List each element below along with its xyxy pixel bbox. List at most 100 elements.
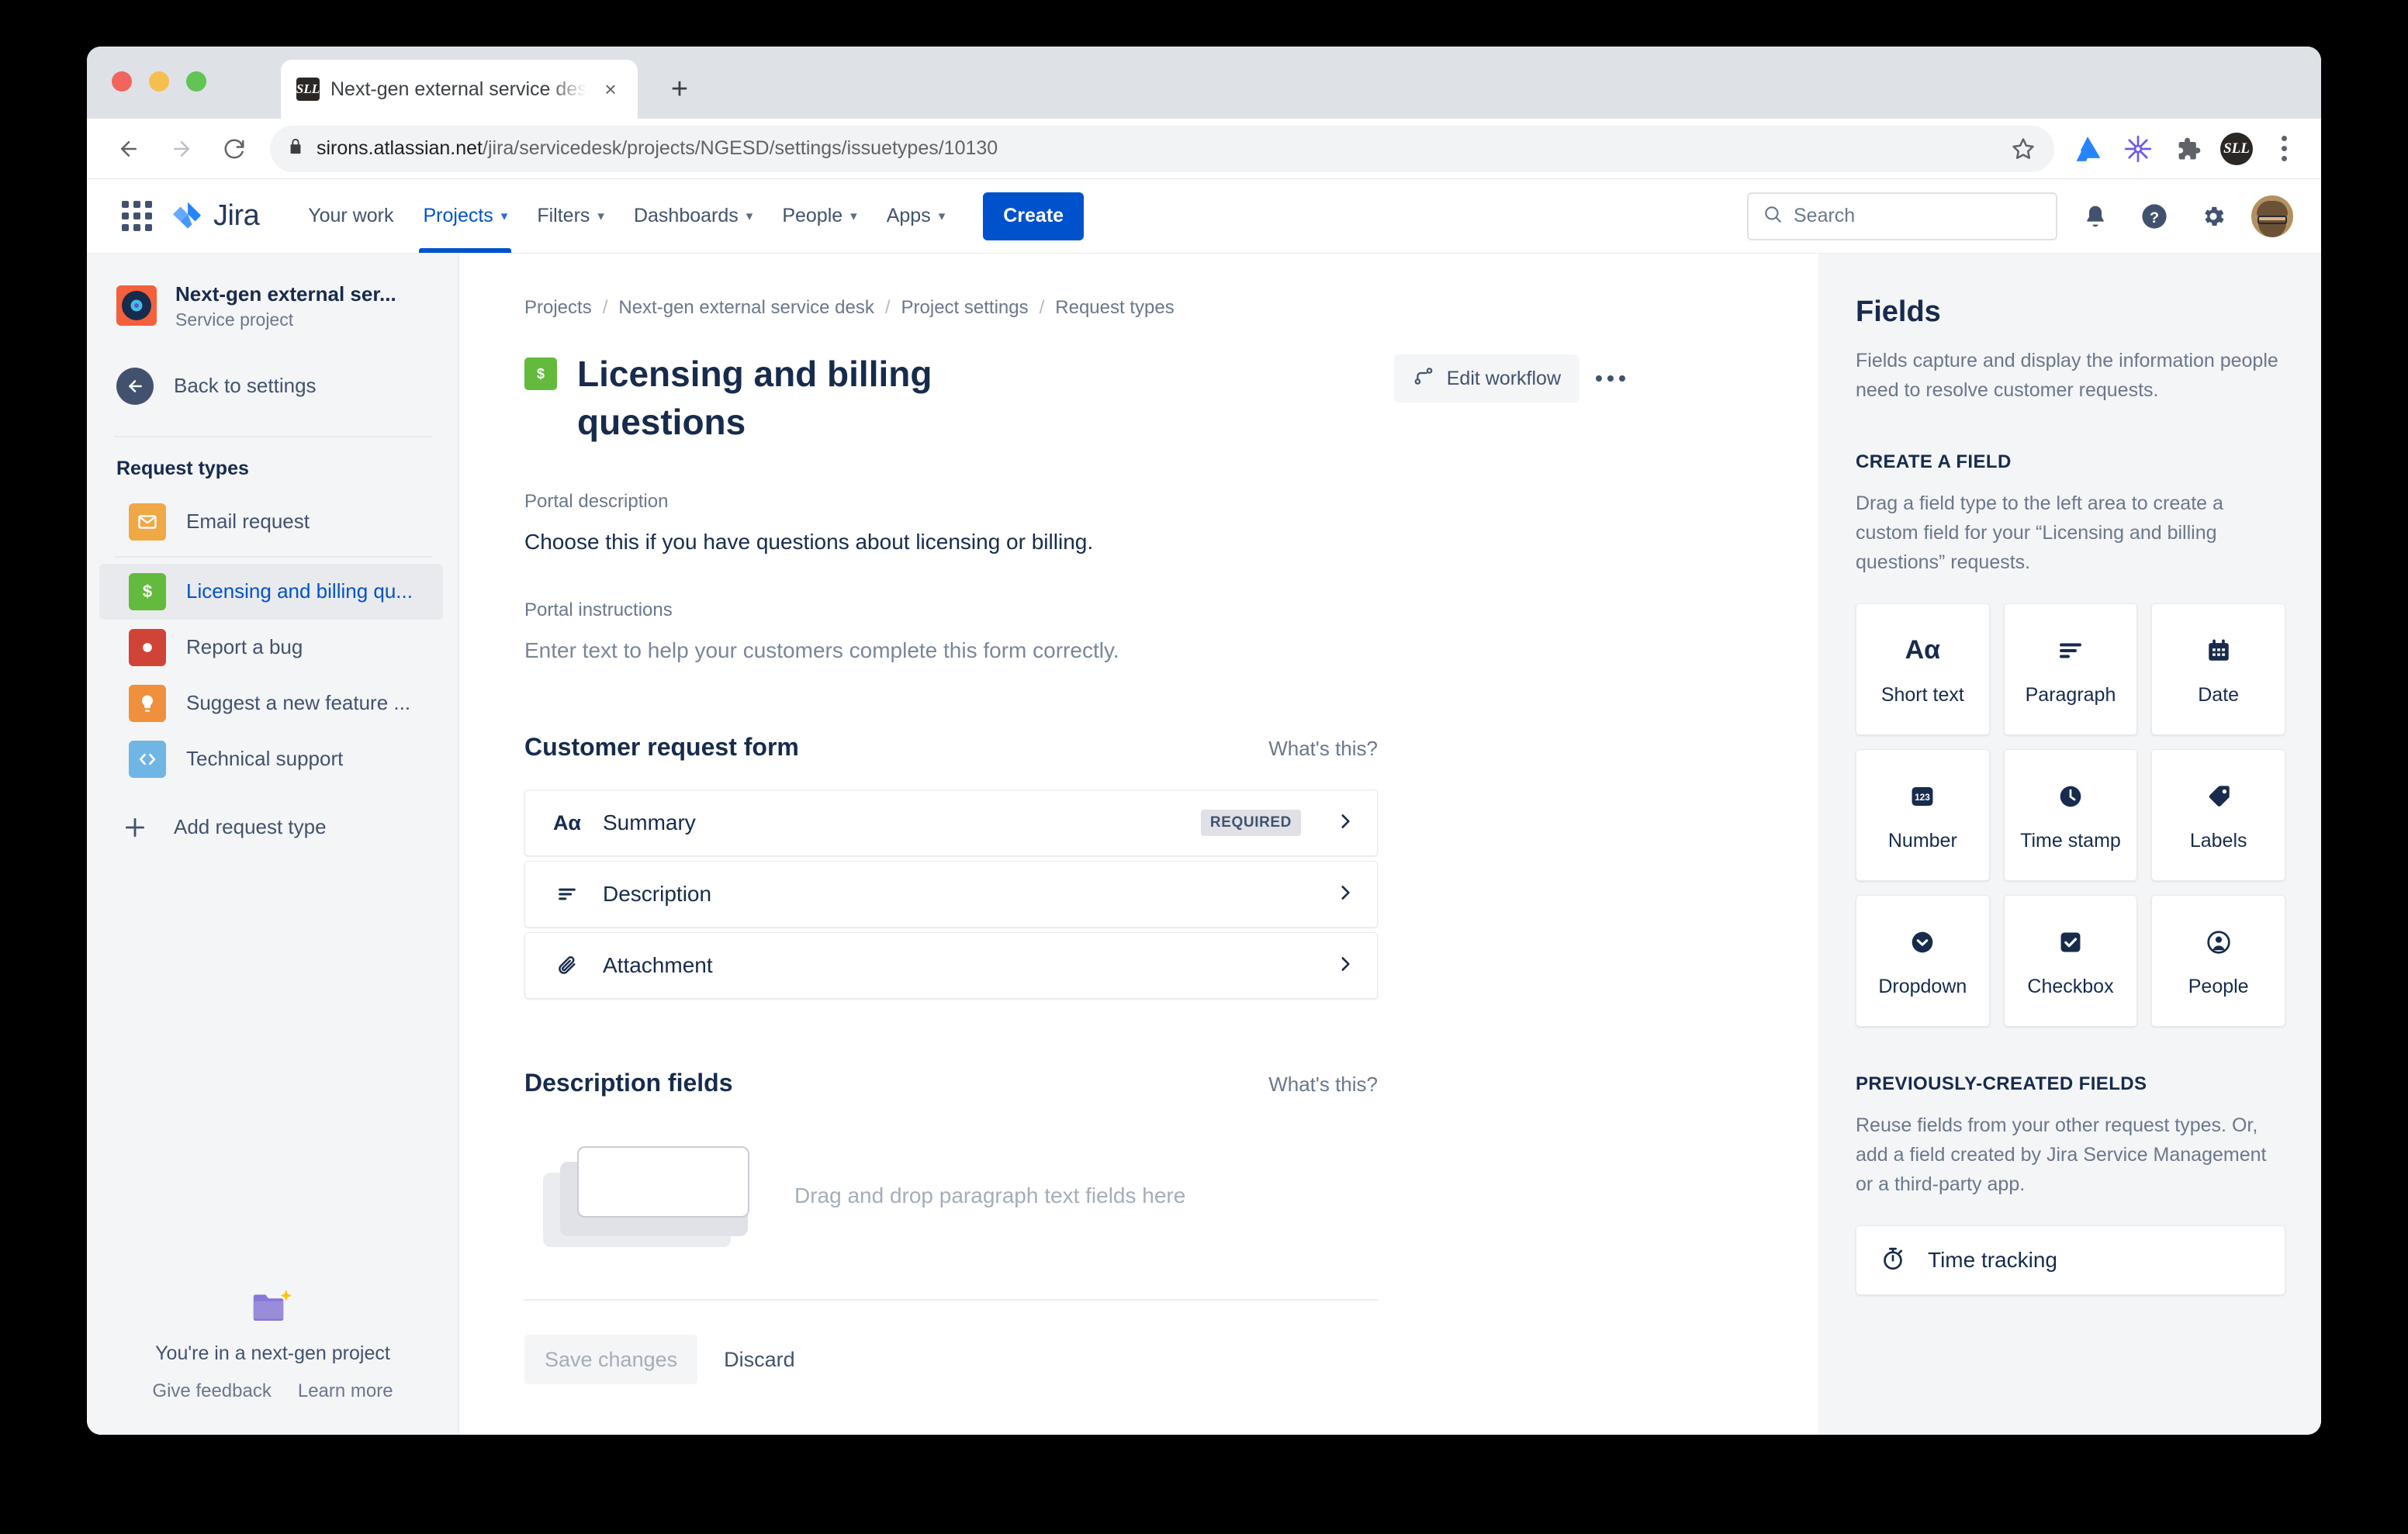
sidebar-item-email-request[interactable]: Email request — [99, 494, 443, 550]
field-type-time-stamp[interactable]: Time stamp — [2003, 749, 2138, 881]
field-type-dropdown[interactable]: Dropdown — [1856, 895, 1990, 1027]
nav-item-filters[interactable]: Filters ▾ — [522, 179, 619, 253]
form-field-label: Description — [603, 882, 712, 907]
chevron-down-icon: ▾ — [850, 209, 857, 223]
reload-icon[interactable] — [211, 126, 258, 172]
divider — [524, 1299, 1378, 1301]
avatar[interactable] — [2251, 195, 2293, 237]
jira-logo[interactable]: Jira — [171, 199, 260, 233]
sidebar-item-technical-support[interactable]: Technical support — [99, 731, 443, 787]
create-button[interactable]: Create — [983, 192, 1085, 240]
nav-item-label: People — [782, 205, 843, 226]
panel-title: Fields — [1856, 295, 1941, 328]
sll-extension-icon[interactable]: SLL — [2220, 132, 2253, 165]
more-actions-icon[interactable] — [1589, 357, 1632, 400]
field-type-label: People — [2188, 975, 2249, 997]
breadcrumb-item-request-types[interactable]: Request types — [1055, 297, 1174, 319]
form-field-row-description[interactable]: Description — [524, 861, 1378, 928]
breadcrumb-item-projects[interactable]: Projects — [524, 297, 592, 319]
back-to-settings-button[interactable]: Back to settings — [87, 364, 458, 408]
loom-extension-icon[interactable] — [2121, 132, 2155, 166]
page-title-actions: Edit workflow — [1393, 354, 1764, 403]
app-body: Next-gen external ser... Service project… — [87, 254, 2321, 1435]
maximize-window-button[interactable] — [186, 71, 206, 92]
whats-this-link[interactable]: What's this? — [1268, 737, 1378, 761]
form-field-row-summary[interactable]: Aα Summary REQUIRED — [524, 789, 1378, 857]
minimize-window-button[interactable] — [149, 71, 169, 92]
request-types-list: Email request $ Licensing and billing qu… — [87, 494, 458, 787]
breadcrumb-item-project-settings[interactable]: Project settings — [901, 297, 1029, 319]
page-title: Licensing and billing questions — [577, 354, 932, 443]
atlassian-extension-icon[interactable] — [2071, 132, 2105, 166]
puzzle-extension-icon[interactable] — [2171, 132, 2205, 166]
lightbulb-icon — [129, 684, 166, 722]
sidebar-item-licensing-and-billing[interactable]: $ Licensing and billing qu... — [99, 563, 443, 620]
discard-button[interactable]: Discard — [714, 1348, 804, 1372]
forward-icon — [158, 126, 205, 172]
search-icon — [1763, 204, 1783, 228]
person-icon — [2206, 924, 2232, 960]
field-type-people[interactable]: People — [2151, 895, 2285, 1027]
nav-item-apps[interactable]: Apps ▾ — [872, 179, 960, 253]
chevron-right-icon[interactable] — [1335, 883, 1355, 907]
email-icon — [129, 503, 166, 541]
bookmark-star-icon[interactable] — [2005, 130, 2042, 168]
notifications-bell-icon[interactable] — [2074, 195, 2116, 237]
browser-menu-icon[interactable] — [2268, 136, 2299, 161]
clock-icon — [2057, 779, 2084, 814]
breadcrumb-separator: / — [1039, 297, 1045, 318]
help-icon[interactable]: ? — [2133, 195, 2175, 237]
close-window-button[interactable] — [112, 71, 132, 92]
chevron-down-icon: ▾ — [746, 209, 753, 223]
window-traffic-lights — [112, 71, 206, 92]
sidebar-item-suggest-a-new-feature[interactable]: Suggest a new feature ... — [99, 675, 443, 731]
bug-icon — [129, 628, 166, 666]
url-domain: sirons.atlassian.net — [317, 137, 483, 159]
field-type-labels[interactable]: Labels — [2151, 749, 2285, 881]
field-type-label: Dropdown — [1878, 975, 1967, 997]
add-request-type-button[interactable]: Add request type — [87, 800, 458, 855]
nav-item-projects[interactable]: Projects ▾ — [408, 179, 522, 253]
nav-item-people[interactable]: People ▾ — [767, 179, 871, 253]
search-input[interactable]: Search — [1747, 192, 2057, 240]
form-field-row-attachment[interactable]: Attachment — [524, 932, 1378, 1000]
sidebar-item-report-a-bug[interactable]: Report a bug — [99, 620, 443, 675]
field-type-number[interactable]: 123 Number — [1856, 749, 1990, 881]
jira-global-nav: Jira Your work Projects ▾ Filters ▾ Dash… — [87, 179, 2321, 254]
field-type-checkbox[interactable]: Checkbox — [2003, 895, 2138, 1027]
save-button[interactable]: Save changes — [524, 1335, 698, 1385]
previously-created-fields-description: Reuse fields from your other request typ… — [1856, 1114, 2267, 1195]
field-type-date[interactable]: Date — [2151, 603, 2285, 735]
portal-instructions-input[interactable]: Enter text to help your customers comple… — [524, 638, 1764, 663]
back-icon[interactable] — [106, 126, 152, 172]
browser-tab[interactable]: SLL Next-gen external service desk × — [281, 60, 638, 119]
app-switcher-icon[interactable] — [119, 199, 154, 233]
field-type-short-text[interactable]: Aα Short text — [1856, 603, 1990, 735]
project-avatar-icon — [116, 285, 157, 326]
field-type-grid: Aα Short text Paragraph Date 123 Number … — [1856, 603, 2285, 1027]
chevron-down-icon: ▾ — [597, 209, 604, 223]
whats-this-link[interactable]: What's this? — [1268, 1073, 1378, 1097]
breadcrumb-item-project[interactable]: Next-gen external service desk — [618, 297, 874, 319]
give-feedback-link[interactable]: Give feedback — [152, 1380, 271, 1402]
previously-created-field-time-tracking[interactable]: Time tracking — [1856, 1225, 2285, 1295]
nav-item-dashboards[interactable]: Dashboards ▾ — [619, 179, 767, 253]
portal-description-value[interactable]: Choose this if you have questions about … — [524, 530, 1764, 555]
new-tab-button[interactable]: + — [661, 71, 698, 108]
description-fields-dropzone[interactable]: Drag and drop paragraph text fields here — [524, 1130, 1764, 1262]
field-type-paragraph[interactable]: Paragraph — [2003, 603, 2138, 735]
workflow-icon — [1413, 365, 1434, 392]
project-header[interactable]: Next-gen external ser... Service project — [87, 282, 458, 330]
gear-icon[interactable] — [2192, 195, 2234, 237]
learn-more-link[interactable]: Learn more — [298, 1380, 393, 1402]
edit-workflow-button[interactable]: Edit workflow — [1393, 354, 1579, 403]
sidebar-item-label: Suggest a new feature ... — [186, 691, 411, 714]
tag-icon — [2206, 779, 2232, 814]
chevron-right-icon[interactable] — [1335, 954, 1355, 978]
chevron-right-icon[interactable] — [1335, 811, 1355, 835]
close-icon[interactable]: × — [597, 76, 624, 102]
search-placeholder: Search — [1794, 205, 1856, 226]
nav-item-your-work[interactable]: Your work — [293, 179, 408, 253]
address-bar[interactable]: sirons.atlassian.net/jira/servicedesk/pr… — [270, 125, 2054, 172]
next-gen-notice: You're in a next-gen project — [155, 1342, 390, 1364]
